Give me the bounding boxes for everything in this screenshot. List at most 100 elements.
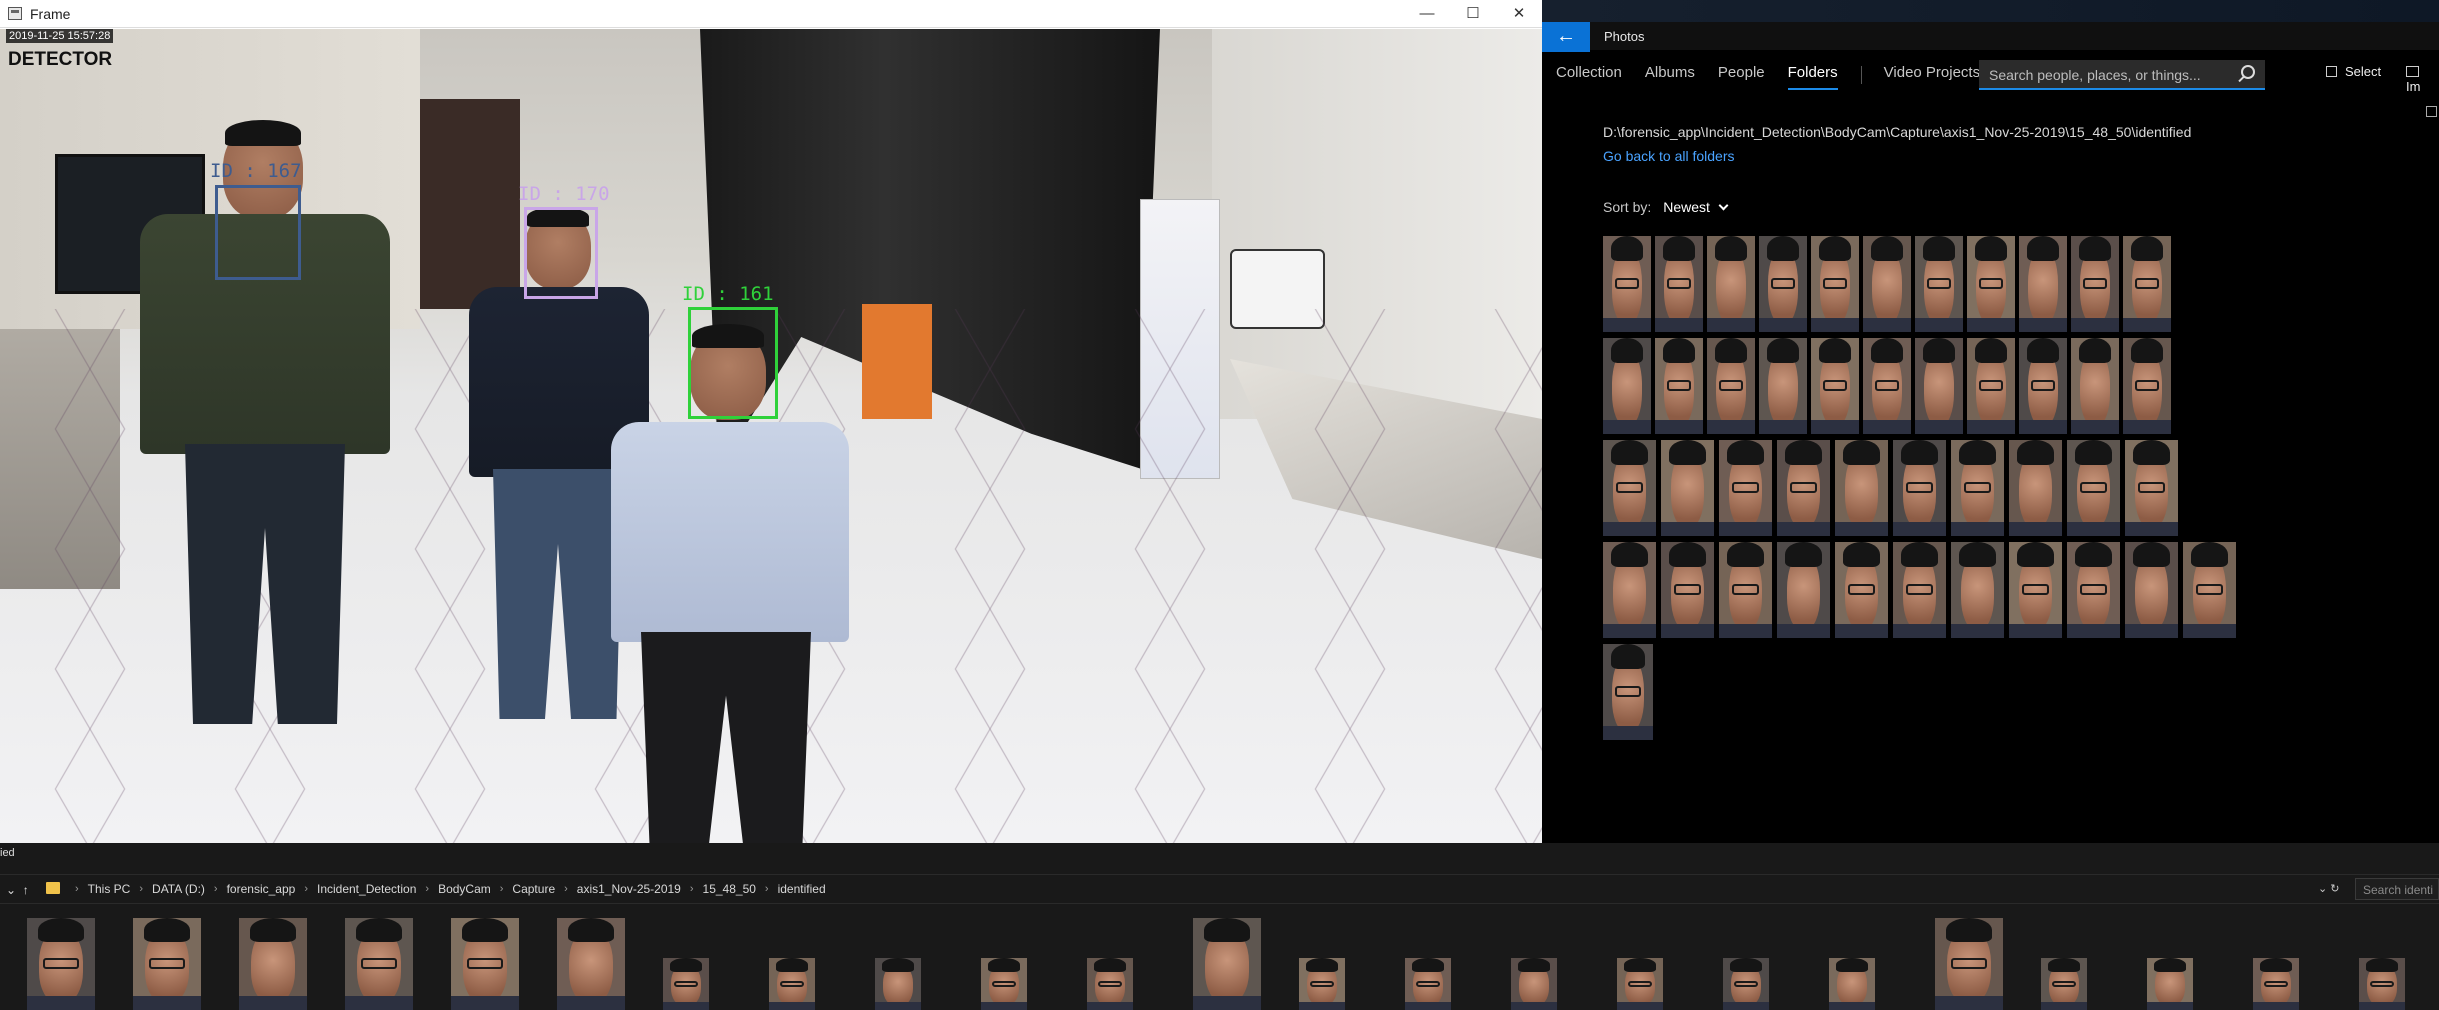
face-thumbnail[interactable]: [2147, 958, 2193, 1010]
face-thumbnail[interactable]: [2019, 338, 2067, 434]
tab-albums[interactable]: Albums: [1645, 64, 1695, 88]
breadcrumb-item[interactable]: This PC: [88, 882, 131, 896]
face-thumbnail[interactable]: [2067, 440, 2120, 536]
face-thumbnail[interactable]: [1299, 958, 1345, 1010]
face-thumbnail[interactable]: [451, 918, 519, 1010]
face-thumbnail[interactable]: [769, 958, 815, 1010]
breadcrumb-separator[interactable]: ›: [139, 883, 143, 895]
explorer-address-bar[interactable]: ⌄ ↑ › This PC › DATA (D:) › forensic_app › Inci…: [0, 874, 2439, 904]
face-thumbnail[interactable]: [345, 918, 413, 1010]
face-thumbnail[interactable]: [2123, 338, 2171, 434]
face-thumbnail[interactable]: [1405, 958, 1451, 1010]
face-thumbnail[interactable]: [981, 958, 1027, 1010]
face-thumbnail[interactable]: [1193, 918, 1261, 1010]
tab-video-projects[interactable]: Video Projects: [1884, 64, 1980, 88]
face-thumbnail[interactable]: [663, 958, 709, 1010]
face-thumbnail[interactable]: [2067, 542, 2120, 638]
face-thumbnail[interactable]: [2071, 338, 2119, 434]
frame-titlebar[interactable]: Frame — ☐ ✕: [0, 0, 1542, 28]
breadcrumb-separator[interactable]: ›: [425, 883, 429, 895]
face-thumbnail[interactable]: [2123, 236, 2171, 332]
breadcrumb-item[interactable]: axis1_Nov-25-2019: [577, 882, 681, 896]
face-thumbnail[interactable]: [1777, 542, 1830, 638]
face-thumbnail[interactable]: [1719, 440, 1772, 536]
face-thumbnail[interactable]: [1603, 542, 1656, 638]
face-thumbnail[interactable]: [557, 918, 625, 1010]
face-thumbnail[interactable]: [1661, 440, 1714, 536]
select-button[interactable]: Select: [2326, 64, 2381, 79]
select-all-checkbox[interactable]: [2426, 106, 2437, 117]
address-controls[interactable]: ⌄ ↻: [2318, 882, 2340, 895]
breadcrumb-item[interactable]: Capture: [512, 882, 555, 896]
go-back-to-folders-link[interactable]: Go back to all folders: [1603, 148, 1735, 164]
arrow-up-icon[interactable]: ↑: [23, 883, 29, 897]
search-icon[interactable]: [2241, 65, 2255, 79]
breadcrumb-separator[interactable]: ›: [304, 883, 308, 895]
face-thumbnail[interactable]: [1603, 440, 1656, 536]
face-thumbnail[interactable]: [2359, 958, 2405, 1010]
face-thumbnail[interactable]: [1951, 542, 2004, 638]
breadcrumb-separator[interactable]: ›: [500, 883, 504, 895]
face-thumbnail[interactable]: [1655, 338, 1703, 434]
face-thumbnail[interactable]: [1951, 440, 2004, 536]
face-thumbnail[interactable]: [1707, 338, 1755, 434]
breadcrumb-separator[interactable]: ›: [765, 883, 769, 895]
face-thumbnail[interactable]: [1967, 236, 2015, 332]
sort-dropdown[interactable]: Sort by: Newest: [1603, 199, 1729, 215]
face-thumbnail[interactable]: [27, 918, 95, 1010]
maximize-button[interactable]: ☐: [1450, 0, 1496, 28]
face-thumbnail[interactable]: [1967, 338, 2015, 434]
tab-people[interactable]: People: [1718, 64, 1765, 88]
breadcrumb-item[interactable]: DATA (D:): [152, 882, 205, 896]
face-thumbnail[interactable]: [1811, 338, 1859, 434]
face-thumbnail[interactable]: [1777, 440, 1830, 536]
breadcrumb-item[interactable]: forensic_app: [227, 882, 296, 896]
breadcrumb-separator[interactable]: ›: [690, 883, 694, 895]
face-thumbnail[interactable]: [133, 918, 201, 1010]
face-thumbnail[interactable]: [1603, 644, 1653, 740]
face-thumbnail[interactable]: [1829, 958, 1875, 1010]
breadcrumb-separator[interactable]: ›: [564, 883, 568, 895]
face-thumbnail[interactable]: [1915, 338, 1963, 434]
face-thumbnail[interactable]: [1719, 542, 1772, 638]
face-thumbnail[interactable]: [1935, 918, 2003, 1010]
face-thumbnail[interactable]: [1811, 236, 1859, 332]
face-thumbnail[interactable]: [1707, 236, 1755, 332]
face-thumbnail[interactable]: [2041, 958, 2087, 1010]
back-button[interactable]: ←: [1542, 22, 1590, 52]
face-thumbnail[interactable]: [1893, 440, 1946, 536]
refresh-icon[interactable]: ↻: [2330, 883, 2339, 895]
face-thumbnail[interactable]: [1603, 236, 1651, 332]
face-thumbnail[interactable]: [1759, 338, 1807, 434]
minimize-button[interactable]: —: [1404, 0, 1450, 28]
tab-collection[interactable]: Collection: [1556, 64, 1622, 88]
face-thumbnail[interactable]: [2019, 236, 2067, 332]
face-thumbnail[interactable]: [875, 958, 921, 1010]
face-thumbnail[interactable]: [1893, 542, 1946, 638]
photos-titlebar[interactable]: [1542, 22, 2439, 50]
face-thumbnail[interactable]: [1759, 236, 1807, 332]
face-thumbnail[interactable]: [1661, 542, 1714, 638]
face-thumbnail[interactable]: [1863, 236, 1911, 332]
face-thumbnail[interactable]: [1087, 958, 1133, 1010]
close-button[interactable]: ✕: [1496, 0, 1542, 28]
breadcrumb-item[interactable]: Incident_Detection: [317, 882, 416, 896]
face-thumbnail[interactable]: [1723, 958, 1769, 1010]
face-thumbnail[interactable]: [2009, 542, 2062, 638]
face-thumbnail[interactable]: [2125, 440, 2178, 536]
face-thumbnail[interactable]: [1655, 236, 1703, 332]
photos-search-input[interactable]: Search people, places, or things...: [1979, 60, 2265, 90]
breadcrumb-separator[interactable]: ›: [214, 883, 218, 895]
face-thumbnail[interactable]: [2071, 236, 2119, 332]
breadcrumb-separator[interactable]: ›: [75, 883, 79, 895]
face-thumbnail[interactable]: [1835, 440, 1888, 536]
breadcrumb-item[interactable]: identified: [778, 882, 826, 896]
face-thumbnail[interactable]: [1915, 236, 1963, 332]
tab-folders[interactable]: Folders: [1787, 64, 1838, 90]
face-thumbnail[interactable]: [1603, 338, 1651, 434]
breadcrumb-item[interactable]: BodyCam: [438, 882, 491, 896]
face-thumbnail[interactable]: [2253, 958, 2299, 1010]
face-thumbnail[interactable]: [2183, 542, 2236, 638]
face-thumbnail[interactable]: [2125, 542, 2178, 638]
breadcrumb-item[interactable]: 15_48_50: [703, 882, 756, 896]
